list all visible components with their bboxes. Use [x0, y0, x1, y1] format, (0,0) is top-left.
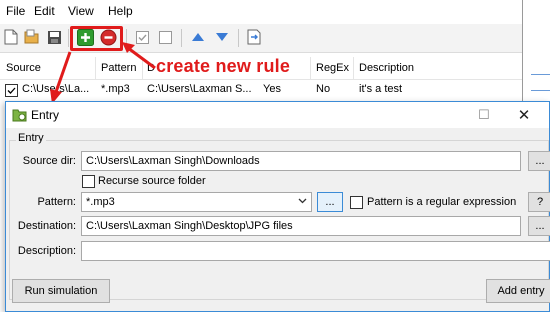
description-input[interactable]: [81, 241, 550, 261]
move-down-icon[interactable]: [212, 27, 232, 47]
chevron-down-icon[interactable]: [298, 196, 307, 208]
move-up-icon[interactable]: [188, 27, 208, 47]
column-header-source[interactable]: Source: [6, 62, 41, 74]
menu-edit[interactable]: Edit: [34, 4, 55, 18]
new-file-icon[interactable]: [1, 27, 21, 47]
destination-label: Destination:: [17, 220, 76, 232]
source-dir-input[interactable]: C:\Users\Laxman Singh\Downloads: [81, 151, 521, 171]
source-dir-label: Source dir:: [22, 155, 76, 167]
group-label: Entry: [16, 132, 46, 144]
save-icon[interactable]: [44, 27, 64, 47]
row-enabled-checkbox[interactable]: [5, 84, 18, 97]
entry-dialog: Entry ☐ ✕ Entry Source dir: C:\Users\Lax…: [5, 101, 550, 312]
recurse-label: Recurse source folder: [98, 175, 206, 187]
app-icon: [12, 107, 27, 122]
add-entry-button[interactable]: Add entry: [486, 279, 550, 303]
row-pattern-cell: *.mp3: [101, 83, 130, 95]
destination-browse-button[interactable]: ...: [528, 216, 550, 236]
table-row[interactable]: C:\Users\La... *.mp3 C:\Users\Laxman S..…: [0, 80, 522, 100]
dialog-title: Entry: [31, 108, 60, 122]
highlight-box: [70, 26, 123, 51]
row-description-cell: it's a test: [359, 83, 403, 95]
pattern-browse-button[interactable]: ...: [317, 192, 343, 212]
export-icon[interactable]: [244, 27, 264, 47]
link-underline: [531, 74, 550, 75]
recurse-checkbox[interactable]: [82, 175, 95, 188]
run-simulation-button[interactable]: Run simulation: [12, 279, 110, 303]
description-label: Description:: [17, 245, 76, 257]
maximize-icon[interactable]: ☐: [464, 104, 504, 126]
dialog-titlebar[interactable]: Entry ☐ ✕: [6, 102, 549, 128]
menu-bar: File Edit View Help: [0, 0, 522, 22]
pattern-value: *.mp3: [86, 196, 115, 208]
row-regex-cell: No: [316, 83, 331, 95]
check-icon[interactable]: [132, 27, 152, 47]
pattern-combobox[interactable]: *.mp3: [81, 192, 312, 212]
row-recurse-cell: Yes: [263, 83, 281, 95]
open-folder-icon[interactable]: [22, 27, 42, 47]
column-header-description[interactable]: Description: [359, 62, 414, 74]
link-underline: [531, 90, 550, 91]
column-header-pattern[interactable]: Pattern: [101, 62, 136, 74]
row-source-cell: C:\Users\La...: [22, 83, 90, 95]
annotation-label: create new rule: [156, 56, 291, 76]
menu-help[interactable]: Help: [108, 4, 133, 18]
close-icon[interactable]: ✕: [504, 104, 544, 126]
menu-file[interactable]: File: [6, 4, 25, 18]
column-header-regex[interactable]: RegEx: [316, 62, 349, 74]
regex-checkbox[interactable]: [350, 196, 363, 209]
menu-view[interactable]: View: [68, 4, 94, 18]
help-button[interactable]: ?: [528, 192, 550, 212]
background-window: [523, 0, 550, 100]
source-dir-browse-button[interactable]: ...: [528, 151, 550, 171]
pattern-label: Pattern:: [37, 196, 76, 208]
destination-input[interactable]: C:\Users\Laxman Singh\Desktop\JPG files: [81, 216, 521, 236]
regex-label: Pattern is a regular expression: [367, 196, 517, 208]
column-header-destination[interactable]: D: [147, 62, 155, 74]
uncheck-icon[interactable]: [155, 27, 175, 47]
row-destination-cell: C:\Users\Laxman S...: [147, 83, 252, 95]
